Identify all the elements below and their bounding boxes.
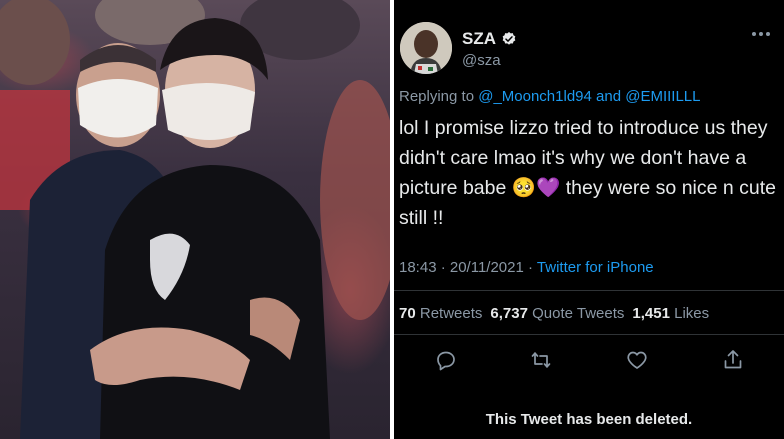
avatar[interactable] [400,22,452,74]
action-bar [394,348,784,374]
tweet-text: lol I promise lizzo tried to introduce u… [399,117,777,229]
deleted-notice: This Tweet has been deleted. [485,411,693,428]
likes-count: 1,451 [632,305,670,322]
tweet-meta: 18:43 · 20/11/2021 · Twitter for iPhone [399,259,654,276]
retweets-label: Retweets [419,305,483,322]
handle[interactable]: @sza [462,52,501,69]
retweets-stat[interactable]: 70 Retweets [399,305,482,322]
quotes-count: 6,737 [490,305,528,322]
retweet-icon[interactable] [529,348,553,372]
engagement-stats: 70 Retweets 6,737 Quote Tweets 1,451 Lik… [399,305,709,322]
likes-stat[interactable]: 1,451 Likes [632,305,709,322]
avatar-photo-icon [400,22,452,74]
likes-label: Likes [674,305,710,322]
quotes-stat[interactable]: 6,737 Quote Tweets [490,305,624,322]
more-options-icon[interactable] [752,32,770,36]
replying-users-link[interactable]: @_Moonch1ld94 and @EMIIILLL [478,88,700,105]
divider-top [394,290,784,291]
share-icon[interactable] [721,348,745,372]
replying-prefix: Replying to [399,88,475,105]
replying-to: Replying to @_Moonch1ld94 and @EMIIILLL [399,88,700,105]
display-name[interactable]: SZA [462,29,496,49]
concert-photo [0,0,390,439]
like-heart-icon[interactable] [625,348,649,372]
concert-photo-scene [0,0,390,439]
quotes-label: Quote Tweets [532,305,625,322]
reply-icon[interactable] [434,348,458,372]
retweets-count: 70 [399,305,416,322]
source-link[interactable]: Twitter for iPhone [537,259,654,276]
author-name-row[interactable]: SZA [462,29,517,49]
divider-middle [394,334,784,335]
verified-badge-icon [502,32,516,45]
timestamp[interactable]: 18:43 · 20/11/2021 · [399,259,533,276]
tweet-card: SZA @sza Replying to @_Moonch1ld94 and @… [394,0,784,439]
